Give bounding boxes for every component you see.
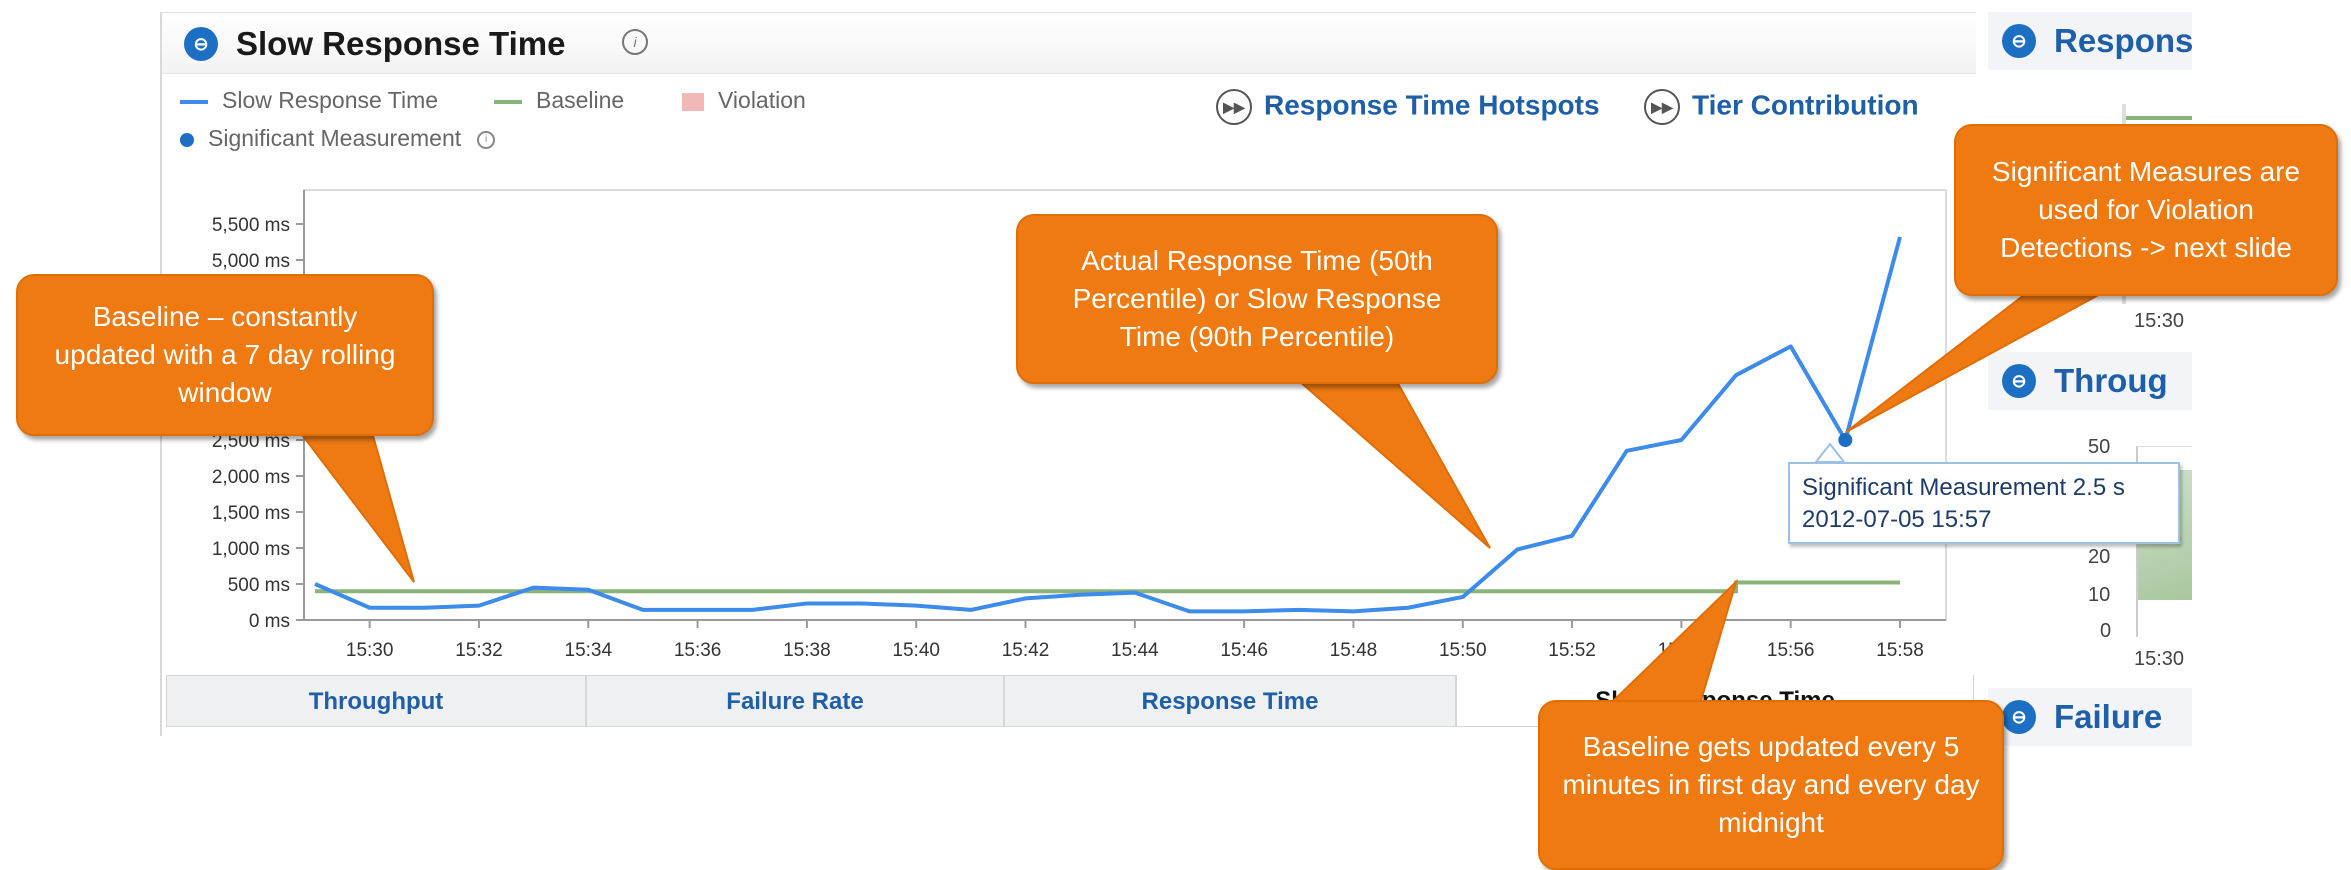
callout-actual-response-time: Actual Response Time (50th Percentile) o…	[1016, 214, 1498, 384]
callout-actual-pointer	[1295, 379, 1491, 549]
callout-baseline: Baseline – constantly updated with a 7 d…	[16, 274, 434, 436]
callout-update-pointer	[1607, 578, 1739, 705]
callout-significant-measures: Significant Measures are used for Violat…	[1954, 124, 2338, 296]
callout-baseline-pointer	[297, 431, 415, 583]
callout-significant-pointer	[1845, 291, 2105, 433]
callout-baseline-update: Baseline gets updated every 5 minutes in…	[1538, 700, 2004, 870]
